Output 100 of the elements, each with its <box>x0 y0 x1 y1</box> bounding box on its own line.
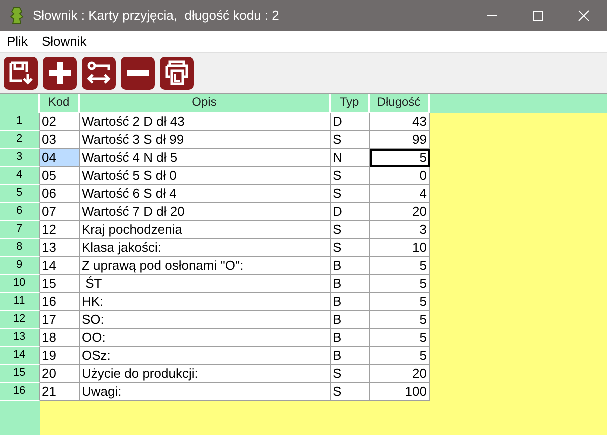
window-title: Słownik : Karty przyjęcia, długość kodu : 2 <box>33 8 280 23</box>
table-cell: 20 <box>370 203 430 221</box>
table-cell: 05 <box>40 167 80 185</box>
remove-button[interactable] <box>121 56 155 90</box>
table-cell: 21 <box>40 383 80 401</box>
table-cell: HK: <box>80 293 331 311</box>
table-cell: Uwagi: <box>80 383 331 401</box>
table-cell: Wartość 3 S dł 99 <box>80 131 331 149</box>
app-icon <box>9 6 25 24</box>
table-cell: 3 <box>370 221 430 239</box>
table-cell: 5 <box>370 347 430 365</box>
plus-icon <box>47 60 73 86</box>
table-cell: 5 <box>370 257 430 275</box>
table-cell: S <box>331 131 370 149</box>
table-cell: Wartość 5 S dł 0 <box>80 167 331 185</box>
table-cell: D <box>331 113 370 131</box>
table-cell: B <box>331 311 370 329</box>
row-number[interactable]: 4 <box>0 167 40 185</box>
row-number[interactable]: 1 <box>0 113 40 131</box>
row-number[interactable]: 8 <box>0 239 40 257</box>
column-header[interactable]: Długość <box>370 94 430 113</box>
table-cell: Wartość 2 D dł 43 <box>80 113 331 131</box>
row-number[interactable]: 12 <box>0 311 40 329</box>
floppy-icon <box>8 60 34 86</box>
table-cell: 5 <box>370 329 430 347</box>
table-cell: S <box>331 239 370 257</box>
table-cell: 5 <box>370 311 430 329</box>
table-cell: B <box>331 293 370 311</box>
table-cell: 03 <box>40 131 80 149</box>
table-cell: 43 <box>370 113 430 131</box>
column-header[interactable]: Kod <box>40 94 80 113</box>
table-cell: 10 <box>370 239 430 257</box>
table-cell: 06 <box>40 185 80 203</box>
row-number[interactable]: 2 <box>0 131 40 149</box>
table-cell: Wartość 7 D dł 20 <box>80 203 331 221</box>
printer-icon <box>164 60 190 86</box>
table-cell: S <box>331 365 370 383</box>
table-cell: 04 <box>40 149 80 167</box>
minus-icon <box>127 70 149 76</box>
table-cell: 18 <box>40 329 80 347</box>
table-cell: 5 <box>370 293 430 311</box>
table-cell: Wartość 4 N dł 5 <box>80 149 331 167</box>
table-cell: 20 <box>40 365 80 383</box>
table-cell: 5 <box>370 275 430 293</box>
row-number[interactable]: 9 <box>0 257 40 275</box>
table-cell: B <box>331 257 370 275</box>
row-number[interactable]: 3 <box>0 149 40 167</box>
table-cell: N <box>331 149 370 167</box>
table-cell: 99 <box>370 131 430 149</box>
row-number[interactable]: 7 <box>0 221 40 239</box>
row-number[interactable]: 15 <box>0 365 40 383</box>
table-cell: S <box>331 383 370 401</box>
row-number[interactable]: 13 <box>0 329 40 347</box>
table-cell: D <box>331 203 370 221</box>
table-cell: 02 <box>40 113 80 131</box>
table-cell: Wartość 6 S dł 4 <box>80 185 331 203</box>
menu-item[interactable]: Plik <box>7 34 28 49</box>
table-cell: S <box>331 185 370 203</box>
menu-item[interactable]: Słownik <box>42 34 87 49</box>
table-cell: ŚT <box>80 275 331 293</box>
table-cell: 17 <box>40 311 80 329</box>
add-button[interactable] <box>43 56 77 90</box>
table-cell: S <box>331 221 370 239</box>
row-number[interactable]: 11 <box>0 293 40 311</box>
table-cell: 13 <box>40 239 80 257</box>
table-cell: Kraj pochodzenia <box>80 221 331 239</box>
print-button[interactable] <box>160 56 194 90</box>
table-cell: OO: <box>80 329 331 347</box>
row-number[interactable]: 16 <box>0 383 40 401</box>
close-icon[interactable] <box>578 10 590 22</box>
save-button[interactable] <box>4 56 38 90</box>
swap-button[interactable] <box>82 56 116 90</box>
table-cell: S <box>331 167 370 185</box>
table-cell: 4 <box>370 185 430 203</box>
row-number[interactable]: 10 <box>0 275 40 293</box>
table-cell: 14 <box>40 257 80 275</box>
table-cell: SO: <box>80 311 331 329</box>
column-header[interactable]: Opis <box>80 94 331 113</box>
column-header[interactable]: Typ <box>331 94 370 113</box>
table-cell: 100 <box>370 383 430 401</box>
row-number[interactable]: 5 <box>0 185 40 203</box>
swap-icon <box>86 60 112 86</box>
table-cell: B <box>331 329 370 347</box>
table-cell: Z uprawą pod osłonami "O": <box>80 257 331 275</box>
table-cell: 07 <box>40 203 80 221</box>
table-cell: B <box>331 275 370 293</box>
table-cell: 20 <box>370 365 430 383</box>
table-cell: OSz: <box>80 347 331 365</box>
table-cell: 5 <box>370 149 430 167</box>
table-cell: Użycie do produkcji: <box>80 365 331 383</box>
maximize-icon[interactable] <box>532 10 544 22</box>
table-cell: 12 <box>40 221 80 239</box>
table-cell: 0 <box>370 167 430 185</box>
row-number[interactable]: 14 <box>0 347 40 365</box>
table-cell: 15 <box>40 275 80 293</box>
table-cell: Klasa jakości: <box>80 239 331 257</box>
table-cell: 16 <box>40 293 80 311</box>
row-number[interactable]: 6 <box>0 203 40 221</box>
table-cell: 19 <box>40 347 80 365</box>
table-cell: B <box>331 347 370 365</box>
